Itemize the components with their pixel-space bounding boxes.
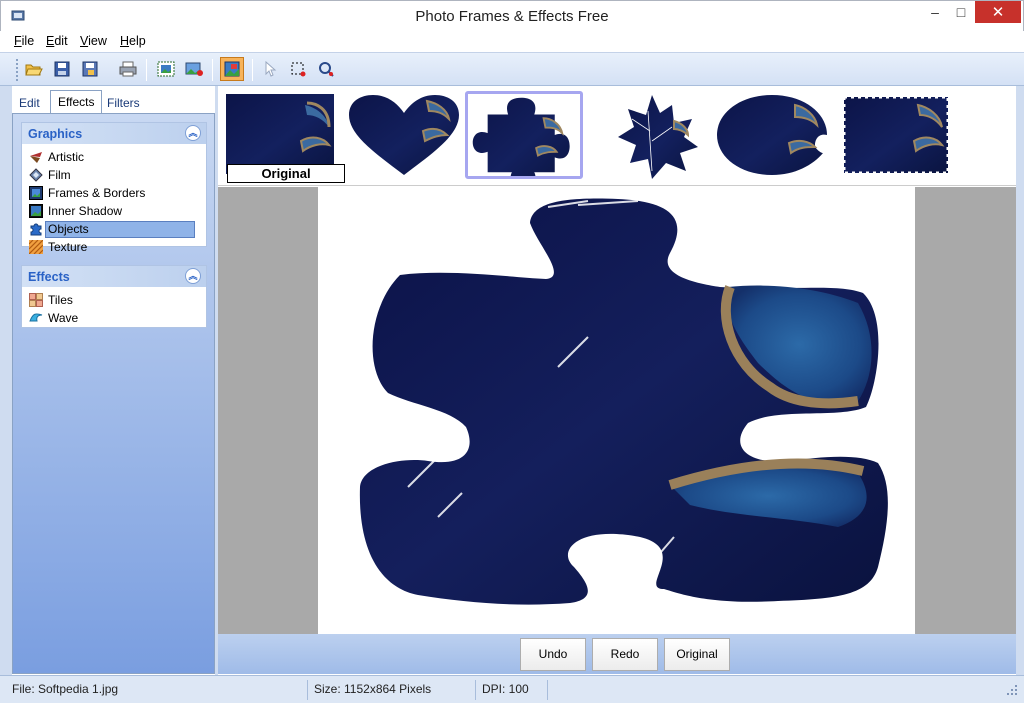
- window-title: Photo Frames & Effects Free: [415, 8, 609, 25]
- frame-border-left: [0, 86, 12, 675]
- save-as-icon[interactable]: [78, 57, 102, 81]
- undo-button[interactable]: Undo: [520, 638, 586, 671]
- minimize-button[interactable]: –: [923, 1, 947, 23]
- resize-grip-icon[interactable]: [1006, 684, 1018, 696]
- status-file: File: Softpedia 1.jpg: [8, 680, 308, 700]
- list-item-objects[interactable]: Objects: [22, 220, 206, 238]
- wave-icon: [29, 313, 43, 322]
- panel-tabs: Edit Effects Filters: [12, 89, 215, 114]
- action-bar: Undo Redo Original: [218, 634, 1016, 674]
- toolbar: [0, 52, 1024, 86]
- original-label: Original: [227, 164, 345, 183]
- leaf-frame-icon: [618, 95, 698, 179]
- print-icon[interactable]: [116, 57, 140, 81]
- heart-frame-icon: [349, 95, 459, 175]
- puzzle-frame-icon: [472, 97, 570, 184]
- thumbnail-strip: Original: [218, 86, 1016, 186]
- maximize-button[interactable]: □: [949, 1, 973, 23]
- redo-button[interactable]: Redo: [592, 638, 658, 671]
- list-item-inner-shadow[interactable]: Inner Shadow: [22, 202, 206, 220]
- oval-frame-icon: [717, 95, 827, 175]
- collapse-up-icon[interactable]: ︽: [185, 125, 201, 141]
- image-add-icon[interactable]: [182, 57, 206, 81]
- thumbnail-leaf[interactable]: [592, 91, 710, 179]
- zoom-icon[interactable]: [314, 57, 338, 81]
- menu-view[interactable]: View: [80, 34, 107, 48]
- thumbnail-rough-rect[interactable]: [838, 91, 956, 179]
- toolbar-separator: [252, 59, 253, 81]
- menu-edit[interactable]: Edit: [46, 34, 68, 48]
- thumbnail-original[interactable]: Original: [223, 91, 345, 183]
- tiles-icon: [29, 293, 43, 307]
- texture-icon: [29, 240, 43, 254]
- thumbnail-puzzle[interactable]: [465, 91, 583, 184]
- list-item-film[interactable]: Film: [22, 166, 206, 184]
- toolbar-separator: [146, 59, 147, 81]
- rough-rect-frame-icon: [842, 95, 950, 175]
- menu-file[interactable]: File: [14, 34, 34, 48]
- graphics-group-header[interactable]: Graphics ︽: [22, 123, 206, 144]
- status-dpi: DPI: 100: [478, 680, 548, 700]
- pointer-icon[interactable]: [258, 57, 282, 81]
- status-size: Size: 1152x864 Pixels: [310, 680, 476, 700]
- graphics-group-title: Graphics: [28, 127, 83, 141]
- thumbnail-oval[interactable]: [713, 91, 831, 179]
- open-icon[interactable]: [22, 57, 46, 81]
- frames-icon: [29, 186, 43, 200]
- canvas-area[interactable]: [218, 187, 1016, 634]
- frame-icon[interactable]: [154, 57, 178, 81]
- objects-icon: [30, 223, 42, 236]
- list-item-artistic[interactable]: Artistic: [22, 148, 206, 166]
- effects-group: Effects ︽ Tiles Wave: [21, 265, 207, 328]
- puzzle-photo-preview: [359, 198, 888, 605]
- tab-filters[interactable]: Filters: [100, 92, 147, 113]
- toolbar-separator: [212, 59, 213, 81]
- tab-edit[interactable]: Edit: [12, 92, 47, 113]
- collapse-up-icon[interactable]: ︽: [185, 268, 201, 284]
- graphics-group: Graphics ︽ Artistic Film Frames & Border…: [21, 122, 207, 254]
- select-icon[interactable]: [286, 57, 310, 81]
- status-bar: File: Softpedia 1.jpg Size: 1152x864 Pix…: [0, 675, 1024, 703]
- artistic-icon: [30, 152, 42, 163]
- save-icon[interactable]: [50, 57, 74, 81]
- thumbnail-heart[interactable]: [345, 91, 463, 179]
- effects-icon[interactable]: [220, 57, 244, 81]
- title-bar: Photo Frames & Effects Free – □ ✕: [0, 0, 1024, 31]
- left-panel: Edit Effects Filters Graphics ︽ Artistic…: [12, 89, 215, 674]
- panel-body: Graphics ︽ Artistic Film Frames & Border…: [12, 113, 215, 674]
- effects-group-title: Effects: [28, 270, 70, 284]
- list-item-wave[interactable]: Wave: [22, 309, 206, 327]
- original-button[interactable]: Original: [664, 638, 730, 671]
- effects-group-header[interactable]: Effects ︽: [22, 266, 206, 287]
- inner-shadow-icon: [29, 204, 43, 218]
- frame-border-right: [1016, 86, 1024, 675]
- menu-bar: File Edit View Help: [0, 31, 1024, 52]
- close-button[interactable]: ✕: [975, 1, 1021, 23]
- film-icon: [29, 168, 43, 182]
- tab-effects[interactable]: Effects: [50, 90, 103, 114]
- list-item-tiles[interactable]: Tiles: [22, 291, 206, 309]
- menu-help[interactable]: Help: [120, 34, 146, 48]
- toolbar-grip[interactable]: [16, 59, 19, 81]
- canvas-paper[interactable]: [318, 187, 915, 634]
- list-item-frames-borders[interactable]: Frames & Borders: [22, 184, 206, 202]
- list-item-texture[interactable]: Texture: [22, 238, 206, 256]
